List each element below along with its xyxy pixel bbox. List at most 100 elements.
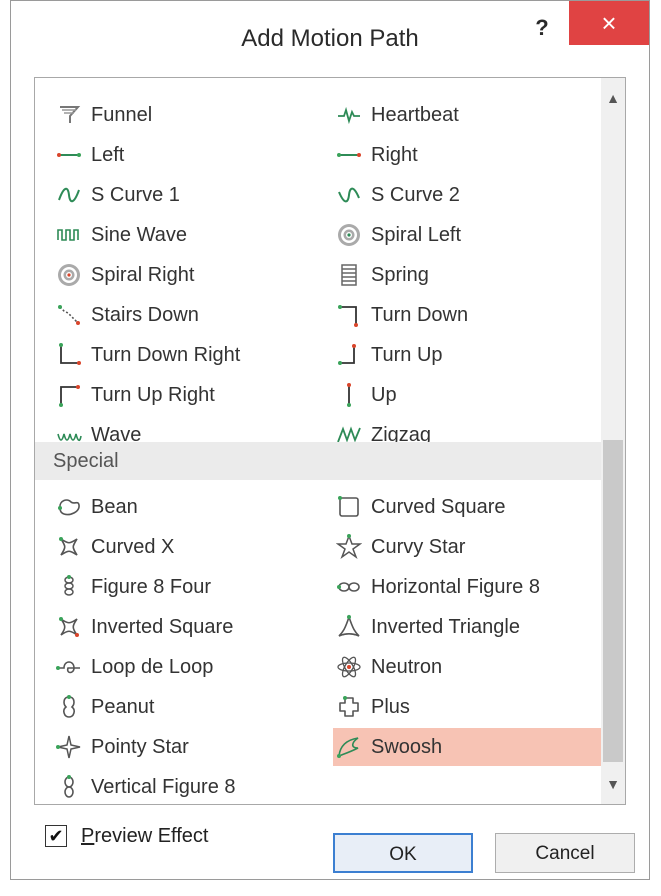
motion-path-item-up[interactable]: Up <box>333 376 613 414</box>
motion-path-label: Figure 8 Four <box>91 575 212 598</box>
motion-path-item-sine-wave[interactable]: Sine Wave <box>53 216 333 254</box>
motion-path-label: Curved Square <box>371 495 506 518</box>
scroll-up-arrow-icon[interactable]: ▲ <box>601 78 625 118</box>
heartbeat-icon <box>335 101 363 129</box>
motion-path-item-spring[interactable]: Spring <box>333 256 613 294</box>
motion-path-label: Swoosh <box>371 735 443 758</box>
motion-path-label: Right <box>371 143 418 166</box>
curved-square-icon <box>335 493 363 521</box>
motion-path-item-s-curve-1[interactable]: S Curve 1 <box>53 176 333 214</box>
help-button[interactable]: ? <box>527 13 557 43</box>
loop-de-loop-icon <box>55 653 83 681</box>
spiral-right-icon <box>55 261 83 289</box>
motion-path-item-bean[interactable]: Bean <box>53 488 333 526</box>
motion-path-item-turn-up[interactable]: Turn Up <box>333 336 613 374</box>
motion-path-label: Turn Down <box>371 303 469 326</box>
motion-path-label: Horizontal Figure 8 <box>371 575 540 598</box>
motion-path-label: Inverted Triangle <box>371 615 520 638</box>
motion-path-item-loop-de-loop[interactable]: Loop de Loop <box>53 648 333 686</box>
motion-path-item-curved-square[interactable]: Curved Square <box>333 488 613 526</box>
inverted-square-icon <box>55 613 83 641</box>
motion-path-label: Funnel <box>91 103 153 126</box>
motion-path-item-inverted-triangle[interactable]: Inverted Triangle <box>333 608 613 646</box>
motion-path-label: Turn Up <box>371 343 443 366</box>
motion-path-list[interactable]: Funnel Left S Curve 1 Sine Wave Spiral Right… <box>34 77 626 805</box>
motion-path-item-curvy-star[interactable]: Curvy Star <box>333 528 613 566</box>
preview-effect-label[interactable]: Preview Effect <box>81 825 208 848</box>
motion-path-item-left[interactable]: Left <box>53 136 333 174</box>
motion-path-label: Inverted Square <box>91 615 234 638</box>
title-bar: Add Motion Path ? × <box>11 1 649 77</box>
motion-path-item-funnel[interactable]: Funnel <box>53 96 333 134</box>
motion-path-item-neutron[interactable]: Neutron <box>333 648 613 686</box>
motion-path-label: Spiral Right <box>91 263 195 286</box>
motion-path-label: S Curve 1 <box>91 183 180 206</box>
scrollbar-thumb[interactable] <box>603 440 623 762</box>
motion-path-label: Peanut <box>91 695 155 718</box>
turn-down-icon <box>335 301 363 329</box>
dialog-footer: ✔ Preview Effect OK Cancel <box>11 813 649 873</box>
s-curve-2-icon <box>335 181 363 209</box>
motion-path-item-right[interactable]: Right <box>333 136 613 174</box>
motion-path-label: Heartbeat <box>371 103 459 126</box>
turn-up-right-icon <box>55 381 83 409</box>
motion-path-label: Curved X <box>91 535 175 558</box>
spiral-left-icon <box>335 221 363 249</box>
motion-path-label: S Curve 2 <box>371 183 460 206</box>
turn-up-icon <box>335 341 363 369</box>
preview-effect-mnemonic: P <box>81 825 95 847</box>
motion-path-item-turn-down[interactable]: Turn Down <box>333 296 613 334</box>
motion-path-item-spiral-left[interactable]: Spiral Left <box>333 216 613 254</box>
scroll-down-arrow-icon[interactable]: ▼ <box>601 764 625 804</box>
swoosh-icon <box>335 733 363 761</box>
motion-path-label: Turn Up Right <box>91 383 215 406</box>
cancel-button[interactable]: Cancel <box>495 833 635 873</box>
vertical-figure-8-icon <box>55 773 83 801</box>
motion-path-item-peanut[interactable]: Peanut <box>53 688 333 726</box>
right-line-icon <box>335 141 363 169</box>
motion-path-item-spiral-right[interactable]: Spiral Right <box>53 256 333 294</box>
figure-8-four-icon <box>55 573 83 601</box>
motion-path-item-curved-x[interactable]: Curved X <box>53 528 333 566</box>
vertical-scrollbar[interactable]: ▲ ▼ <box>601 78 625 804</box>
preview-effect-label-text: review Effect <box>94 825 209 847</box>
neutron-icon <box>335 653 363 681</box>
motion-path-label: Up <box>371 383 397 406</box>
motion-path-item-figure-8-four[interactable]: Figure 8 Four <box>53 568 333 606</box>
plus-icon <box>335 693 363 721</box>
motion-path-label: Spiral Left <box>371 223 462 246</box>
motion-path-label: Loop de Loop <box>91 655 214 678</box>
motion-path-label: Stairs Down <box>91 303 199 326</box>
motion-path-item-pointy-star[interactable]: Pointy Star <box>53 728 333 766</box>
motion-path-item-horizontal-figure-8[interactable]: Horizontal Figure 8 <box>333 568 613 606</box>
curved-x-icon <box>55 533 83 561</box>
horizontal-figure-8-icon <box>335 573 363 601</box>
motion-path-item-inverted-square[interactable]: Inverted Square <box>53 608 333 646</box>
inverted-triangle-icon <box>335 613 363 641</box>
sine-wave-icon <box>55 221 83 249</box>
motion-path-label: Bean <box>91 495 138 518</box>
motion-path-label: Left <box>91 143 125 166</box>
motion-path-item-heartbeat[interactable]: Heartbeat <box>333 96 613 134</box>
motion-path-label: Spring <box>371 263 429 286</box>
motion-path-item-turn-down-right[interactable]: Turn Down Right <box>53 336 333 374</box>
motion-path-item-turn-up-right[interactable]: Turn Up Right <box>53 376 333 414</box>
partially-hidden-row <box>35 78 601 88</box>
spring-icon <box>335 261 363 289</box>
motion-path-label: Sine Wave <box>91 223 187 246</box>
motion-path-label: Turn Down Right <box>91 343 241 366</box>
motion-path-item-stairs-down[interactable]: Stairs Down <box>53 296 333 334</box>
motion-path-label: Plus <box>371 695 410 718</box>
motion-path-item-s-curve-2[interactable]: S Curve 2 <box>333 176 613 214</box>
motion-path-label: Curvy Star <box>371 535 466 558</box>
curvy-star-icon <box>335 533 363 561</box>
close-button[interactable]: × <box>569 1 649 45</box>
motion-path-item-swoosh[interactable]: Swoosh <box>333 728 613 766</box>
ok-button[interactable]: OK <box>333 833 473 873</box>
peanut-icon <box>55 693 83 721</box>
motion-path-label: Vertical Figure 8 <box>91 775 236 798</box>
bean-icon <box>55 493 83 521</box>
preview-effect-checkbox[interactable]: ✔ <box>45 825 67 847</box>
motion-path-item-plus[interactable]: Plus <box>333 688 613 726</box>
motion-path-item-vertical-figure-8[interactable]: Vertical Figure 8 <box>53 768 333 804</box>
